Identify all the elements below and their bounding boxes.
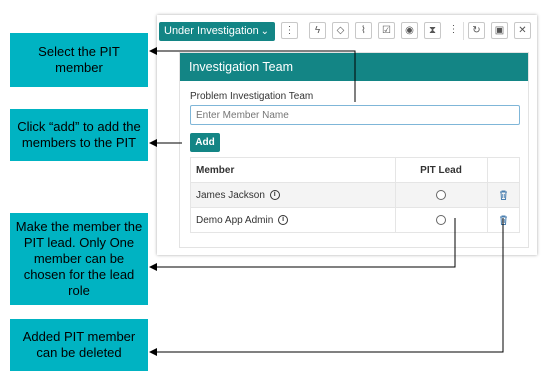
attachment-button[interactable]: ⌇ <box>355 22 372 39</box>
trash-icon[interactable] <box>499 190 508 200</box>
close-icon: ✕ <box>518 25 527 36</box>
member-cell: James Jackson i <box>190 182 396 208</box>
table-row: Demo App Admin i <box>190 207 520 233</box>
member-name: James Jackson <box>196 189 265 201</box>
pit-lead-radio[interactable] <box>436 214 446 225</box>
callout-select-member: Select the PIT member <box>10 33 148 87</box>
table-row: James Jackson i <box>190 182 520 208</box>
add-member-button[interactable]: Add <box>190 133 220 152</box>
refresh-icon: ↻ <box>472 25 481 36</box>
member-name: Demo App Admin <box>196 214 274 226</box>
callout-add-member: Click “add” to add the members to the PI… <box>10 109 148 161</box>
toolbar: Under Investigation ⌄ ⋮ ϟ ◇ ⌇ ☑ ◉ ⧗ ⋮ ↻ … <box>157 15 537 48</box>
status-label: Under Investigation <box>164 25 259 37</box>
info-icon[interactable]: i <box>278 214 289 225</box>
chevron-down-icon: ⌄ <box>260 26 269 37</box>
trash-icon[interactable] <box>499 215 508 225</box>
pit-field-label: Problem Investigation Team <box>190 91 314 102</box>
watch-button[interactable]: ◉ <box>401 22 418 39</box>
callout-pit-lead: Make the member the PIT lead. Only One m… <box>10 213 148 305</box>
attachment-icon: ⌇ <box>361 25 366 36</box>
more-options-button[interactable]: ⋮ <box>281 22 298 39</box>
tag-icon: ◇ <box>336 25 345 36</box>
column-header-actions <box>487 157 520 183</box>
save-button[interactable]: ▣ <box>491 22 508 39</box>
member-name-input[interactable] <box>190 105 520 125</box>
pit-lead-cell <box>395 207 488 233</box>
members-table: Member PIT Lead James Jackson i Demo App… <box>190 157 520 233</box>
panel-title: Investigation Team <box>180 53 528 81</box>
eye-icon: ◉ <box>405 25 414 36</box>
refresh-button[interactable]: ↻ <box>468 22 485 39</box>
status-dropdown[interactable]: Under Investigation ⌄ <box>159 22 275 41</box>
callout-delete-member: Added PIT member can be deleted <box>10 319 148 371</box>
actions-cell <box>487 182 520 208</box>
more-actions-button[interactable]: ⋮ <box>445 22 462 39</box>
more-vertical-icon: ⋮ <box>284 25 295 36</box>
column-header-pit-lead: PIT Lead <box>395 157 488 183</box>
column-header-member: Member <box>190 157 396 183</box>
member-cell: Demo App Admin i <box>190 207 396 233</box>
checklist-button[interactable]: ☑ <box>378 22 395 39</box>
investigation-screen: Under Investigation ⌄ ⋮ ϟ ◇ ⌇ ☑ ◉ ⧗ ⋮ ↻ … <box>157 15 537 255</box>
flash-button[interactable]: ϟ <box>309 22 326 39</box>
tag-button[interactable]: ◇ <box>332 22 349 39</box>
more-vertical-icon: ⋮ <box>448 24 459 35</box>
close-button[interactable]: ✕ <box>514 22 531 39</box>
toolbar-divider <box>463 22 464 40</box>
save-icon: ▣ <box>494 25 505 36</box>
sla-timer-button[interactable]: ⧗ <box>424 22 441 39</box>
clipboard-check-icon: ☑ <box>382 25 391 36</box>
info-icon[interactable]: i <box>269 189 280 200</box>
flash-icon: ϟ <box>314 25 321 36</box>
table-header-row: Member PIT Lead <box>190 157 520 183</box>
investigation-team-panel: Investigation Team Problem Investigation… <box>179 52 529 248</box>
pit-lead-radio[interactable] <box>436 189 446 200</box>
hourglass-icon: ⧗ <box>428 25 437 36</box>
actions-cell <box>487 207 520 233</box>
pit-lead-cell <box>395 182 488 208</box>
